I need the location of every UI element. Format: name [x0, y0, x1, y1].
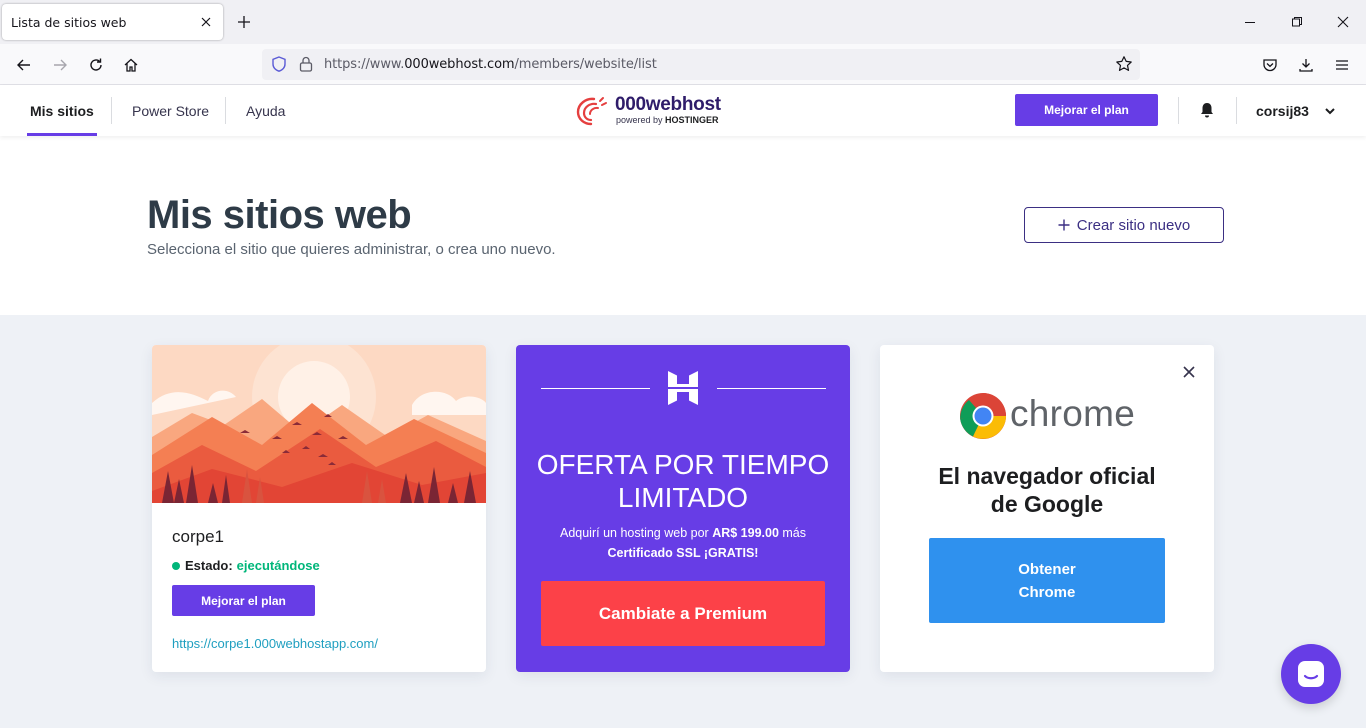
chrome-ad-card: chrome El navegador oficial de Google Ob… — [880, 345, 1214, 672]
get-chrome-label: Obtener Chrome — [1018, 560, 1076, 601]
chevron-down-icon[interactable] — [1323, 104, 1337, 123]
header-divider — [1236, 97, 1237, 124]
browser-tab-active[interactable]: Lista de sitios web — [2, 4, 223, 40]
website-card: corpe1 Estado: ejecutándose Mejorar el p… — [152, 345, 486, 672]
plus-icon — [1058, 219, 1070, 231]
restore-window-icon[interactable] — [1287, 12, 1307, 32]
offer-text-post: más — [782, 526, 807, 540]
close-tab-icon[interactable] — [197, 13, 215, 31]
close-ad-icon[interactable] — [1182, 365, 1196, 384]
000webhost-swirl-icon — [576, 97, 607, 126]
url-path: /members/website/list — [514, 57, 657, 72]
hostinger-logo-icon — [668, 371, 698, 405]
status-label: Estado: — [185, 558, 233, 573]
offer-divider-left — [541, 388, 650, 389]
url-text[interactable]: https://www.000webhost.com/members/websi… — [324, 57, 657, 72]
close-window-icon[interactable] — [1333, 12, 1353, 32]
chrome-headline-line2: de Google — [990, 491, 1104, 517]
menu-hamburger-icon[interactable] — [1330, 53, 1354, 77]
new-tab-icon[interactable] — [234, 12, 254, 32]
logo-hostinger-text: HOSTINGER — [665, 115, 719, 125]
premium-offer-card: OFERTA POR TIEMPO LIMITADO Adquirí un ho… — [516, 345, 850, 672]
browser-navbar: https://www.000webhost.com/members/websi… — [0, 44, 1366, 85]
url-host: 000webhost.com — [404, 57, 515, 72]
offer-title: OFERTA POR TIEMPO LIMITADO — [516, 448, 850, 514]
home-icon[interactable] — [119, 53, 143, 77]
site-name[interactable]: corpe1 — [172, 527, 224, 547]
nav-ayuda[interactable]: Ayuda — [246, 85, 285, 136]
get-chrome-button[interactable]: Obtener Chrome — [929, 538, 1165, 623]
offer-divider-right — [717, 388, 826, 389]
mountain-landscape-illustration — [152, 345, 486, 503]
tracking-protection-shield-icon[interactable] — [270, 55, 288, 78]
bookmark-star-icon[interactable] — [1115, 55, 1133, 78]
site-header: Mis sitios Power Store Ayuda 000webhost … — [0, 85, 1366, 136]
offer-ssl-text: Certificado SSL ¡GRATIS! — [607, 546, 759, 560]
browser-tabbar: Lista de sitios web — [0, 0, 1366, 44]
upgrade-plan-button[interactable]: Mejorar el plan — [1015, 94, 1158, 126]
chrome-wordmark: chrome — [1010, 393, 1136, 434]
offer-price: AR$ 199.00 — [712, 526, 779, 540]
nav-divider — [225, 97, 226, 124]
000webhost-logo[interactable]: 000webhost powered by HOSTINGER — [572, 94, 732, 128]
site-upgrade-plan-button[interactable]: Mejorar el plan — [172, 585, 315, 616]
page-hero: Mis sitios web Selecciona el sitio que q… — [0, 136, 1366, 315]
go-premium-button[interactable]: Cambiate a Premium — [541, 581, 825, 646]
site-url-link[interactable]: https://corpe1.000webhostapp.com/ — [172, 636, 378, 651]
nav-mis-sitios[interactable]: Mis sitios — [27, 85, 97, 136]
pocket-icon[interactable] — [1258, 53, 1282, 77]
nav-power-store[interactable]: Power Store — [132, 85, 209, 136]
notifications-bell-icon[interactable] — [1198, 101, 1216, 124]
lock-icon[interactable] — [298, 55, 314, 78]
create-new-site-label: Crear sitio nuevo — [1076, 216, 1191, 234]
page-subtitle: Selecciona el sitio que quieres administ… — [147, 241, 556, 258]
chat-support-button[interactable] — [1281, 644, 1341, 704]
offer-text-pre: Adquirí un hosting web por — [559, 526, 709, 540]
chrome-headline: El navegador oficial de Google — [880, 462, 1214, 518]
chat-icon — [1298, 661, 1324, 687]
offer-title-line2: LIMITADO — [617, 482, 749, 513]
logo-text: 000webhost — [615, 94, 721, 115]
tab-title: Lista de sitios web — [11, 14, 127, 30]
status-value: ejecutándose — [236, 558, 320, 573]
user-menu-name[interactable]: corsij83 — [1256, 85, 1309, 136]
chrome-headline-line1: El navegador oficial — [938, 463, 1156, 489]
logo-powered-text: powered by — [616, 115, 663, 125]
reload-icon[interactable] — [84, 53, 108, 77]
url-prefix: https://www. — [324, 57, 405, 72]
offer-title-line1: OFERTA POR TIEMPO — [536, 449, 830, 480]
logo-powered-by: powered by HOSTINGER — [616, 115, 719, 125]
minimize-window-icon[interactable] — [1240, 12, 1260, 32]
address-bar[interactable]: https://www.000webhost.com/members/websi… — [262, 49, 1140, 80]
create-new-site-button[interactable]: Crear sitio nuevo — [1024, 207, 1224, 243]
chrome-logo-icon — [960, 393, 1006, 439]
header-divider — [1178, 97, 1179, 124]
offer-description: Adquirí un hosting web por AR$ 199.00 má… — [516, 523, 850, 563]
status-dot-icon — [172, 561, 180, 570]
nav-divider — [111, 97, 112, 124]
back-arrow-icon[interactable] — [12, 53, 36, 77]
forward-arrow-icon[interactable] — [48, 53, 72, 77]
page-title: Mis sitios web — [147, 193, 412, 237]
site-status: Estado: ejecutándose — [172, 558, 320, 573]
downloads-icon[interactable] — [1294, 53, 1318, 77]
